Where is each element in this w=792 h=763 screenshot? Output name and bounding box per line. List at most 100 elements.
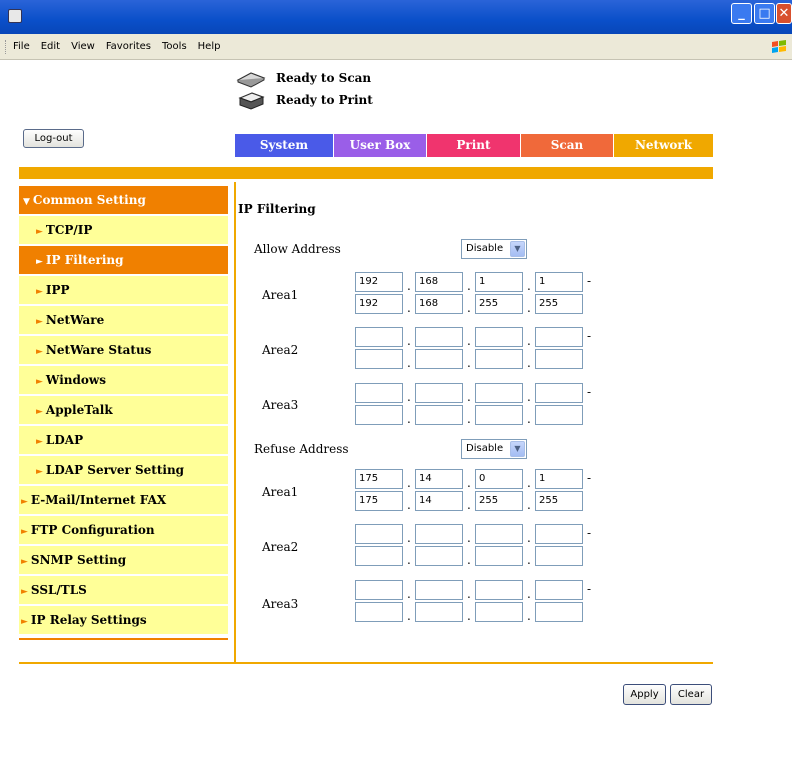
ip-octet-input[interactable] (355, 602, 403, 622)
ip-octet-input[interactable] (355, 383, 403, 403)
sidebar-item-snmp-setting[interactable]: ► SNMP Setting (19, 546, 228, 574)
ip-octet-input[interactable]: 255 (535, 294, 583, 314)
arrow-right-icon: ► (36, 227, 43, 237)
menu-tools[interactable]: Tools (162, 41, 187, 52)
maximize-button[interactable]: □ (754, 3, 775, 24)
ip-octet-input[interactable] (415, 349, 463, 369)
allow-address-select[interactable]: Disable ▼ (461, 239, 527, 259)
octet-separator: . (527, 476, 531, 490)
menu-edit[interactable]: Edit (41, 41, 60, 52)
close-button[interactable]: ✕ (776, 3, 792, 24)
tab-scan[interactable]: Scan (521, 134, 613, 157)
octet-separator: . (407, 356, 411, 370)
scan-status: Ready to Scan (236, 68, 371, 88)
ip-octet-input[interactable] (355, 546, 403, 566)
ip-octet-input[interactable]: 175 (355, 491, 403, 511)
chevron-down-icon: ▼ (510, 241, 525, 257)
sidebar-item-tcpip[interactable]: ► TCP/IP (19, 216, 228, 244)
ip-octet-input[interactable] (535, 602, 583, 622)
arrow-right-icon: ► (36, 407, 43, 417)
sidebar-header-common-setting[interactable]: ▼ Common Setting (19, 186, 228, 214)
ip-octet-input[interactable] (475, 580, 523, 600)
sidebar-item-ftp-configuration[interactable]: ► FTP Configuration (19, 516, 228, 544)
octet-separator: . (467, 498, 471, 512)
ip-octet-input[interactable]: 14 (415, 469, 463, 489)
apply-button[interactable]: Apply (623, 684, 666, 705)
ip-octet-input[interactable] (355, 405, 403, 425)
ip-octet-input[interactable]: 14 (415, 491, 463, 511)
ip-octet-input[interactable] (355, 524, 403, 544)
ip-octet-input[interactable] (535, 524, 583, 544)
ip-octet-input[interactable]: 168 (415, 294, 463, 314)
ip-octet-input[interactable] (475, 524, 523, 544)
ip-octet-input[interactable]: 255 (535, 491, 583, 511)
ip-octet-input[interactable]: 192 (355, 272, 403, 292)
sidebar-item-appletalk[interactable]: ► AppleTalk (19, 396, 228, 424)
ip-octet-input[interactable] (475, 327, 523, 347)
sidebar-item-ldap-server-setting[interactable]: ► LDAP Server Setting (19, 456, 228, 484)
ip-octet-input[interactable] (475, 546, 523, 566)
logout-button[interactable]: Log-out (23, 129, 84, 148)
sidebar-item-ipp[interactable]: ► IPP (19, 276, 228, 304)
arrow-right-icon: ► (21, 557, 28, 567)
ip-octet-input[interactable] (415, 383, 463, 403)
ip-octet-input[interactable] (415, 327, 463, 347)
minimize-button[interactable]: _ (731, 3, 752, 24)
tab-print[interactable]: Print (427, 134, 520, 157)
clear-button[interactable]: Clear (670, 684, 712, 705)
sidebar-item-label: IP Filtering (45, 253, 124, 267)
ip-octet-input[interactable] (475, 602, 523, 622)
ip-octet-input[interactable] (415, 602, 463, 622)
ip-octet-input[interactable] (535, 327, 583, 347)
ip-octet-input[interactable]: 168 (415, 272, 463, 292)
sidebar-item-netware-status[interactable]: ► NetWare Status (19, 336, 228, 364)
ip-octet-input[interactable] (415, 405, 463, 425)
ip-octet-input[interactable] (535, 580, 583, 600)
octet-separator: . (467, 553, 471, 567)
sidebar-item-ldap[interactable]: ► LDAP (19, 426, 228, 454)
sidebar-item-windows[interactable]: ► Windows (19, 366, 228, 394)
refuse-select-value: Disable (466, 443, 504, 454)
menu-view[interactable]: View (71, 41, 95, 52)
menu-favorites[interactable]: Favorites (106, 41, 151, 52)
ip-octet-input[interactable] (535, 383, 583, 403)
menu-file[interactable]: File (13, 41, 30, 52)
ip-octet-input[interactable] (475, 349, 523, 369)
sidebar-item-netware[interactable]: ► NetWare (19, 306, 228, 334)
refuse-address-select[interactable]: Disable ▼ (461, 439, 527, 459)
ip-octet-input[interactable] (475, 405, 523, 425)
ip-octet-input[interactable] (415, 580, 463, 600)
ip-octet-input[interactable] (355, 327, 403, 347)
ip-octet-input[interactable]: 255 (475, 294, 523, 314)
tab-network[interactable]: Network (614, 134, 713, 157)
ip-octet-input[interactable] (355, 349, 403, 369)
printer-icon (238, 92, 265, 110)
ip-octet-input[interactable] (535, 405, 583, 425)
sidebar-item-label: SNMP Setting (30, 553, 127, 567)
sidebar-item-email-internet-fax[interactable]: ► E-Mail/Internet FAX (19, 486, 228, 514)
ip-octet-input[interactable]: 1 (475, 272, 523, 292)
octet-separator: . (527, 301, 531, 315)
menu-help[interactable]: Help (198, 41, 221, 52)
sidebar-item-ip-relay-settings[interactable]: ► IP Relay Settings (19, 606, 228, 634)
octet-separator: . (407, 531, 411, 545)
tab-system[interactable]: System (235, 134, 333, 157)
window-title-bar: _ □ ✕ (0, 0, 792, 34)
ip-octet-input[interactable]: 1 (535, 469, 583, 489)
ip-octet-input[interactable]: 255 (475, 491, 523, 511)
sidebar-item-ip-filtering[interactable]: ► IP Filtering (19, 246, 228, 274)
ip-octet-input[interactable] (535, 546, 583, 566)
ip-octet-input[interactable]: 192 (355, 294, 403, 314)
ip-octet-input[interactable]: 1 (535, 272, 583, 292)
range-separator: - (587, 329, 592, 343)
sidebar-item-ssl-tls[interactable]: ► SSL/TLS (19, 576, 228, 604)
ip-octet-input[interactable]: 175 (355, 469, 403, 489)
ip-octet-input[interactable] (475, 383, 523, 403)
ip-octet-input[interactable]: 0 (475, 469, 523, 489)
ip-octet-input[interactable] (535, 349, 583, 369)
octet-separator: . (407, 587, 411, 601)
ip-octet-input[interactable] (415, 546, 463, 566)
ip-octet-input[interactable] (415, 524, 463, 544)
ip-octet-input[interactable] (355, 580, 403, 600)
tab-user-box[interactable]: User Box (334, 134, 426, 157)
